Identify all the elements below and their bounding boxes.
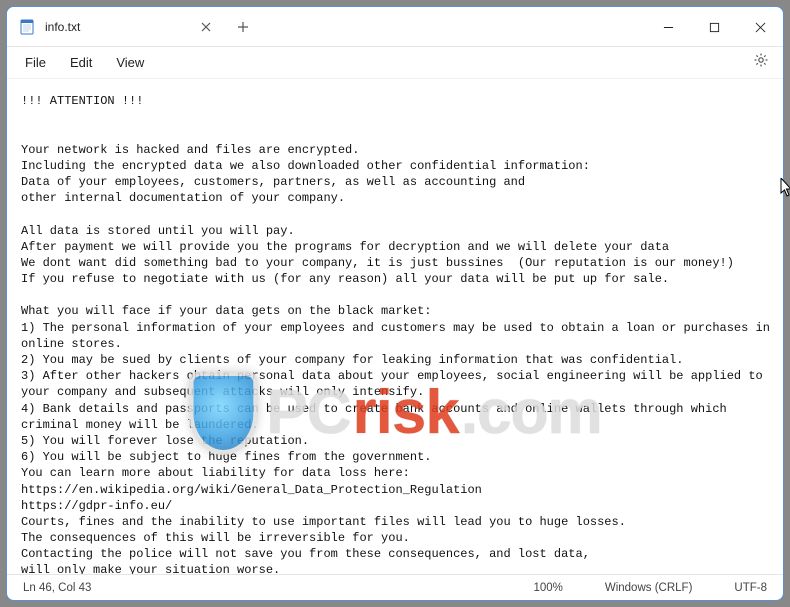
maximize-button[interactable] bbox=[691, 7, 737, 47]
notepad-window: info.txt File Edit View bbox=[6, 6, 784, 601]
text-editor[interactable]: !!! ATTENTION !!! Your network is hacked… bbox=[7, 79, 783, 574]
close-button[interactable] bbox=[737, 7, 783, 47]
status-cursor-position[interactable]: Ln 46, Col 43 bbox=[17, 582, 97, 594]
editor-area: !!! ATTENTION !!! Your network is hacked… bbox=[7, 79, 783, 574]
tab-info-txt[interactable]: info.txt bbox=[7, 7, 227, 46]
menu-edit[interactable]: Edit bbox=[60, 51, 102, 74]
gear-icon bbox=[753, 52, 769, 73]
tab-area: info.txt bbox=[7, 7, 645, 46]
window-controls bbox=[645, 7, 783, 46]
menubar: File Edit View bbox=[7, 47, 783, 79]
new-tab-button[interactable] bbox=[227, 21, 259, 33]
tab-title: info.txt bbox=[45, 20, 189, 34]
status-zoom[interactable]: 100% bbox=[527, 582, 568, 594]
statusbar: Ln 46, Col 43 100% Windows (CRLF) UTF-8 bbox=[7, 574, 783, 600]
menu-view[interactable]: View bbox=[106, 51, 154, 74]
notepad-icon bbox=[19, 19, 35, 35]
settings-button[interactable] bbox=[747, 49, 775, 77]
minimize-button[interactable] bbox=[645, 7, 691, 47]
status-encoding[interactable]: UTF-8 bbox=[728, 582, 773, 594]
tab-close-button[interactable] bbox=[199, 20, 213, 34]
menu-file[interactable]: File bbox=[15, 51, 56, 74]
status-line-ending[interactable]: Windows (CRLF) bbox=[599, 582, 699, 594]
titlebar: info.txt bbox=[7, 7, 783, 47]
